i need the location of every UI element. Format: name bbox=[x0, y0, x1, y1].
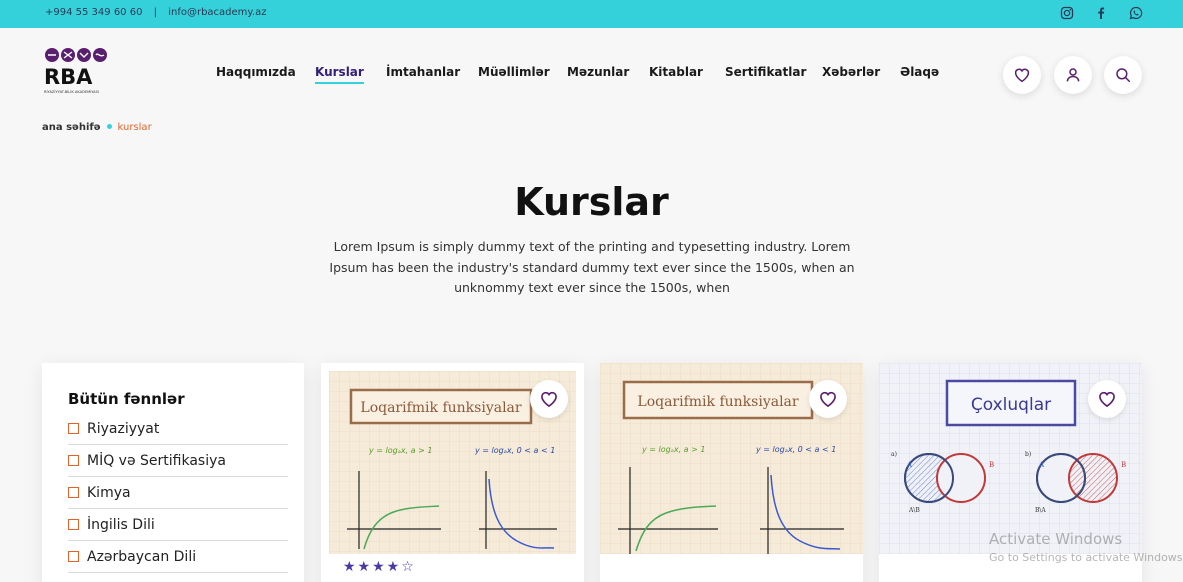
main-header: RBA RİYAZİYYAT-BİLİK AKADEMİYASI Haqqımı… bbox=[0, 28, 1183, 120]
filter-item-ingilis-dili[interactable]: İngilis Dili bbox=[68, 509, 288, 541]
venn-label-a: a) bbox=[891, 451, 897, 458]
filter-label: Azərbaycan Dili bbox=[87, 548, 197, 565]
course-card[interactable]: Loqarifmik funksiyalar y = logₐx, a > 1 … bbox=[321, 363, 584, 582]
formula-right: y = logₐx, 0 < a < 1 bbox=[474, 446, 555, 455]
image-title: Loqarifmik funksiyalar bbox=[360, 400, 522, 416]
contact-separator: | bbox=[153, 7, 158, 18]
nav-item-kurslar[interactable]: Kurslar bbox=[315, 65, 364, 84]
filter-item-miq[interactable]: MİQ və Sertifikasiya bbox=[68, 445, 288, 477]
set-b-label: B bbox=[1121, 461, 1126, 469]
filter-label: MİQ və Sertifikasiya bbox=[87, 452, 226, 469]
set-b-label: B bbox=[989, 461, 994, 469]
logo-text: RBA bbox=[44, 65, 93, 89]
heart-icon bbox=[541, 391, 557, 408]
contact-info: +994 55 349 60 60 | info@rbacademy.az bbox=[45, 7, 266, 18]
nav-item-muellimler[interactable]: Müəllimlər bbox=[478, 65, 550, 79]
filter-title: Bütün fənnlər bbox=[68, 390, 185, 408]
facebook-icon[interactable] bbox=[1094, 6, 1108, 20]
formula-right: y = logₐx, 0 < a < 1 bbox=[755, 445, 836, 454]
user-icon bbox=[1066, 68, 1080, 82]
filter-item-kimya[interactable]: Kimya bbox=[68, 477, 288, 509]
wishlist-button[interactable] bbox=[1003, 56, 1041, 94]
venn-label-b: b) bbox=[1025, 451, 1031, 458]
rba-logo[interactable]: RBA RİYAZİYYAT-BİLİK AKADEMİYASI bbox=[42, 46, 114, 96]
breadcrumb-home[interactable]: ana səhifə bbox=[42, 122, 101, 133]
set-a-label: A bbox=[906, 461, 913, 469]
checkbox[interactable] bbox=[68, 487, 79, 498]
breadcrumb: ana səhifə kurslar bbox=[42, 122, 152, 133]
page-description: Lorem Ipsum is simply dummy text of the … bbox=[329, 239, 855, 295]
filter-item-riyaziyyat[interactable]: Riyaziyyat bbox=[68, 413, 288, 445]
formula-left: y = logₐx, a > 1 bbox=[368, 446, 432, 455]
venn-caption-a: A\B bbox=[908, 507, 920, 514]
phone-link[interactable]: +994 55 349 60 60 bbox=[45, 7, 142, 18]
heart-icon bbox=[820, 391, 836, 408]
page-title: Kurslar bbox=[514, 180, 669, 224]
image-title: Çoxluqlar bbox=[971, 395, 1051, 415]
image-title: Loqarifmik funksiyalar bbox=[637, 394, 799, 410]
activation-watermark-title: Activate Windows bbox=[989, 530, 1123, 548]
heart-icon bbox=[1014, 68, 1030, 83]
formula-left: y = logₐx, a > 1 bbox=[641, 445, 705, 454]
course-card[interactable]: Çoxluqlar a) A B A\B b) A B B\A bbox=[879, 363, 1142, 582]
whatsapp-icon[interactable] bbox=[1129, 6, 1143, 20]
account-button[interactable] bbox=[1054, 56, 1092, 94]
nav-item-elaqe[interactable]: Əlaqə bbox=[900, 65, 939, 79]
filter-label: İngilis Dili bbox=[87, 516, 155, 533]
email-link[interactable]: info@rbacademy.az bbox=[168, 7, 266, 18]
favorite-button[interactable] bbox=[530, 380, 568, 418]
checkbox[interactable] bbox=[68, 423, 79, 434]
breadcrumb-dot bbox=[106, 124, 112, 129]
venn-caption-b: B\A bbox=[1035, 507, 1046, 514]
search-button[interactable] bbox=[1104, 56, 1142, 94]
heart-icon bbox=[1099, 391, 1115, 408]
nav-item-sertifikatlar[interactable]: Sertifikatlar bbox=[725, 65, 806, 79]
nav-item-imtahanlar[interactable]: İmtahanlar bbox=[386, 65, 460, 79]
set-a-label: A bbox=[1038, 461, 1045, 469]
favorite-button[interactable] bbox=[809, 380, 847, 418]
breadcrumb-current: kurslar bbox=[117, 122, 152, 133]
nav-item-haqqimizda[interactable]: Haqqımızda bbox=[216, 65, 296, 79]
search-icon bbox=[1116, 68, 1131, 83]
nav-item-mezunlar[interactable]: Məzunlar bbox=[567, 65, 629, 79]
nav-item-kitablar[interactable]: Kitablar bbox=[649, 65, 703, 79]
logo-subtitle: RİYAZİYYAT-BİLİK AKADEMİYASI bbox=[44, 89, 99, 94]
filter-item-azerbaycan-dili[interactable]: Azərbaycan Dili bbox=[68, 541, 288, 573]
filter-label: Kimya bbox=[87, 484, 131, 501]
logo-mark: RBA RİYAZİYYAT-BİLİK AKADEMİYASI bbox=[44, 48, 107, 94]
rating-stars: ★★★★☆ bbox=[343, 559, 416, 575]
subject-filter-panel: Bütün fənnlər Riyaziyyat MİQ və Sertifik… bbox=[42, 363, 304, 582]
course-card[interactable]: Loqarifmik funksiyalar y = logₐx, a > 1 … bbox=[600, 363, 863, 582]
nav-item-xeberler[interactable]: Xəbərlər bbox=[822, 65, 880, 79]
checkbox[interactable] bbox=[68, 519, 79, 530]
filter-label: Riyaziyyat bbox=[87, 420, 160, 437]
instagram-icon[interactable] bbox=[1060, 6, 1074, 20]
checkbox[interactable] bbox=[68, 551, 79, 562]
favorite-button[interactable] bbox=[1088, 380, 1126, 418]
top-contact-bar: +994 55 349 60 60 | info@rbacademy.az bbox=[0, 0, 1183, 28]
activation-watermark-text: Go to Settings to activate Windows. bbox=[989, 551, 1183, 564]
checkbox[interactable] bbox=[68, 455, 79, 466]
